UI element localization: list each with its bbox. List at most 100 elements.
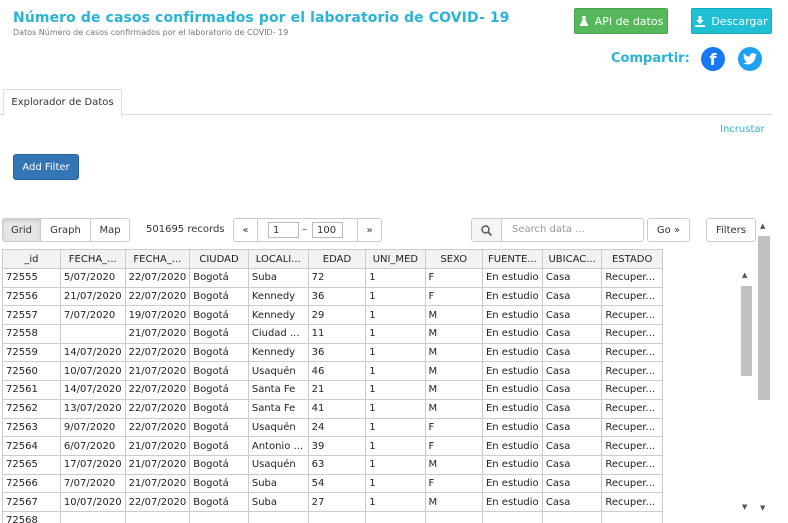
table-cell: Suba xyxy=(247,473,309,494)
view-graph-button[interactable]: Graph xyxy=(40,218,91,242)
table-row[interactable]: 72560 10/07/2020 21/07/2020 Bogotá Usaquén 46… xyxy=(2,361,663,382)
pager-next-button[interactable]: » xyxy=(357,218,382,242)
table-cell: Kennedy xyxy=(247,342,309,363)
table-row[interactable]: 72556 21/07/2020 22/07/2020 Bogotá Kennedy 36… xyxy=(2,286,663,307)
table-cell: Recuper... xyxy=(601,286,663,307)
column-header[interactable]: UNI_MED xyxy=(365,249,426,269)
table-cell: 46 xyxy=(307,361,367,382)
download-button[interactable]: Descargar xyxy=(691,8,772,34)
scroll-down-icon[interactable]: ▼ xyxy=(742,503,747,511)
table-cell: Casa xyxy=(541,380,603,400)
page-scroll-up-icon[interactable]: ▲ xyxy=(760,222,765,230)
table-cell: 21/07/2020 xyxy=(124,436,191,456)
table-row[interactable]: 72563 9/07/2020 22/07/2020 Bogotá Usaquén 24 1… xyxy=(2,417,663,438)
table-cell: Santa Fe xyxy=(247,398,309,419)
table-cell: 11 xyxy=(307,324,367,344)
share-label: Compartir: xyxy=(611,51,690,66)
table-cell: 1 xyxy=(365,342,426,363)
column-header[interactable]: LOCALI... xyxy=(247,249,309,269)
column-header[interactable]: UBICAC... xyxy=(541,249,603,269)
scroll-up-icon[interactable]: ▲ xyxy=(742,271,747,279)
search-box[interactable]: Search data ... xyxy=(471,218,644,242)
table-cell: Usaquén xyxy=(247,417,309,438)
table-cell: Bogotá xyxy=(189,436,249,456)
table-cell xyxy=(59,324,126,344)
table-cell: 22/07/2020 xyxy=(124,380,191,400)
table-row[interactable]: 72562 13/07/2020 22/07/2020 Bogotá Santa Fe 4… xyxy=(2,398,663,419)
table-row[interactable]: 72567 10/07/2020 22/07/2020 Bogotá Suba 27 1 M E… xyxy=(2,492,663,512)
table-cell: En estudio xyxy=(481,417,543,438)
table-cell: Casa xyxy=(541,342,603,363)
add-filter-button[interactable]: Add Filter xyxy=(13,154,79,180)
table-cell: Recuper... xyxy=(601,380,663,400)
table-row[interactable]: 72557 7/07/2020 19/07/2020 Bogotá Kennedy 29 1… xyxy=(2,305,663,326)
twitter-icon[interactable] xyxy=(738,47,762,71)
go-button[interactable]: Go » xyxy=(647,218,690,242)
table-cell: Casa xyxy=(541,473,603,494)
column-header[interactable]: CIUDAD xyxy=(189,249,249,269)
table-cell: 24 xyxy=(307,417,367,438)
table-cell: Casa xyxy=(541,268,603,288)
table-cell: Recuper... xyxy=(601,492,663,512)
page-from-input[interactable]: 1 xyxy=(268,222,299,238)
page-title: Número de casos confirmados por el labor… xyxy=(13,10,510,26)
search-input[interactable]: Search data ... xyxy=(512,224,585,235)
table-row[interactable]: 72565 17/07/2020 21/07/2020 Bogotá Usaquén 63… xyxy=(2,454,663,475)
embed-link[interactable]: Incrustar xyxy=(720,124,765,135)
filters-button[interactable]: Filters xyxy=(706,218,756,242)
column-header[interactable]: SEXO xyxy=(424,249,483,269)
table-cell: 72564 xyxy=(2,436,61,456)
api-button[interactable]: API de datos xyxy=(574,8,668,34)
table-cell: 27 xyxy=(307,492,367,512)
api-button-label: API de datos xyxy=(594,14,664,28)
table-row[interactable]: 72564 6/07/2020 21/07/2020 Bogotá Antonio ..… xyxy=(2,436,663,456)
table-cell: Ciudad ... xyxy=(247,324,309,344)
table-cell: Kennedy xyxy=(247,286,309,307)
page-scrollbar-thumb[interactable] xyxy=(758,236,770,400)
table-cell: Casa xyxy=(541,417,603,438)
table-cell: 72557 xyxy=(2,305,61,326)
table-row[interactable]: 72561 14/07/2020 22/07/2020 Bogotá Santa Fe 2… xyxy=(2,380,663,400)
table-cell: 1 xyxy=(365,417,426,438)
download-icon xyxy=(695,15,706,27)
table-cell: 19/07/2020 xyxy=(124,305,191,326)
column-header[interactable]: ESTADO xyxy=(601,249,663,269)
table-cell: 21/07/2020 xyxy=(124,324,191,344)
table-cell: En estudio xyxy=(481,324,543,344)
column-header[interactable]: FECHA_... xyxy=(124,249,191,269)
view-grid-button[interactable]: Grid xyxy=(2,218,41,242)
table-row[interactable]: 72559 14/07/2020 22/07/2020 Bogotá Kennedy 36… xyxy=(2,342,663,363)
facebook-icon[interactable]: f xyxy=(701,47,725,71)
table-row[interactable]: 72555 5/07/2020 22/07/2020 Bogotá Suba 72 1 F En… xyxy=(2,268,663,288)
table-cell: En estudio xyxy=(481,380,543,400)
table-cell: 54 xyxy=(307,473,367,494)
table-cell: 14/07/2020 xyxy=(59,342,126,363)
table-cell: Casa xyxy=(541,305,603,326)
grid-scrollbar-thumb[interactable] xyxy=(741,286,752,376)
table-cell: Casa xyxy=(541,492,603,512)
table-cell: F xyxy=(424,473,483,494)
table-row[interactable]: 72568 xyxy=(2,510,663,523)
table-cell: Recuper... xyxy=(601,324,663,344)
table-cell: Casa xyxy=(541,286,603,307)
table-cell: Bogotá xyxy=(189,324,249,344)
column-header[interactable]: FECHA_... xyxy=(59,249,126,269)
column-header[interactable]: EDAD xyxy=(307,249,367,269)
table-cell: F xyxy=(424,286,483,307)
table-cell: 22/07/2020 xyxy=(124,417,191,438)
table-row[interactable]: 72558 21/07/2020 Bogotá Ciudad ... 11 1 M En es… xyxy=(2,324,663,344)
table-cell: M xyxy=(424,342,483,363)
pager-prev-button[interactable]: « xyxy=(233,218,258,242)
column-header[interactable]: FUENTE... xyxy=(481,249,543,269)
table-cell xyxy=(124,510,191,523)
view-map-button[interactable]: Map xyxy=(90,218,130,242)
table-cell: M xyxy=(424,454,483,475)
page-to-input[interactable]: 100 xyxy=(312,222,343,238)
table-cell: 39 xyxy=(307,436,367,456)
column-header[interactable]: _id xyxy=(2,249,61,269)
table-row[interactable]: 72566 7/07/2020 21/07/2020 Bogotá Suba 54 1 F En… xyxy=(2,473,663,494)
page: Número de casos confirmados por el labor… xyxy=(0,0,788,523)
page-scroll-down-icon[interactable]: ▼ xyxy=(760,504,765,512)
table-cell: Santa Fe xyxy=(247,380,309,400)
tab-data-explorer[interactable]: Explorador de Datos xyxy=(3,89,122,116)
